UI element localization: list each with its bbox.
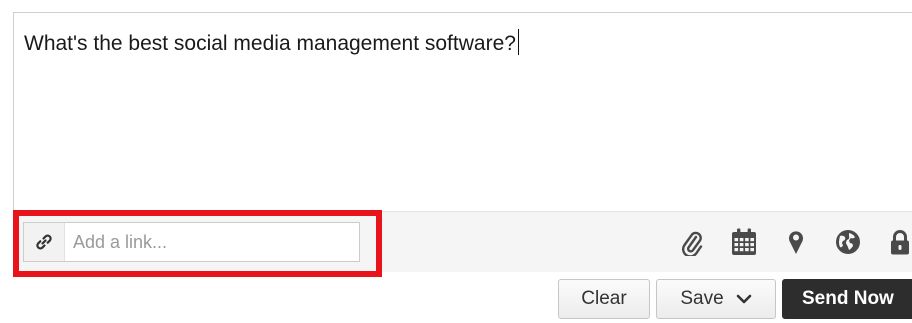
globe-icon[interactable] [835,227,861,257]
save-button-label: Save [680,288,724,309]
message-text-area[interactable]: What's the best social media management … [24,29,519,56]
save-button[interactable]: Save [656,279,776,319]
link-icon [24,223,65,261]
paperclip-icon[interactable] [679,227,705,257]
text-caret [517,29,519,55]
location-pin-icon[interactable] [783,227,809,257]
send-now-button[interactable]: Send Now [782,279,912,319]
chevron-down-icon [736,294,752,304]
message-text: What's the best social media management … [24,32,516,55]
calendar-icon[interactable] [731,227,757,257]
compose-panel: What's the best social media management … [0,0,912,323]
composer-toolbar [14,211,912,272]
message-composer[interactable]: What's the best social media management … [13,12,912,272]
clear-button-label: Clear [581,288,627,309]
clear-button[interactable]: Clear [558,279,650,319]
add-link-input[interactable] [65,223,359,261]
add-link-field[interactable] [23,222,360,262]
lock-icon[interactable] [887,227,912,257]
toolbar-icons [653,224,912,260]
send-now-button-label: Send Now [802,288,894,309]
